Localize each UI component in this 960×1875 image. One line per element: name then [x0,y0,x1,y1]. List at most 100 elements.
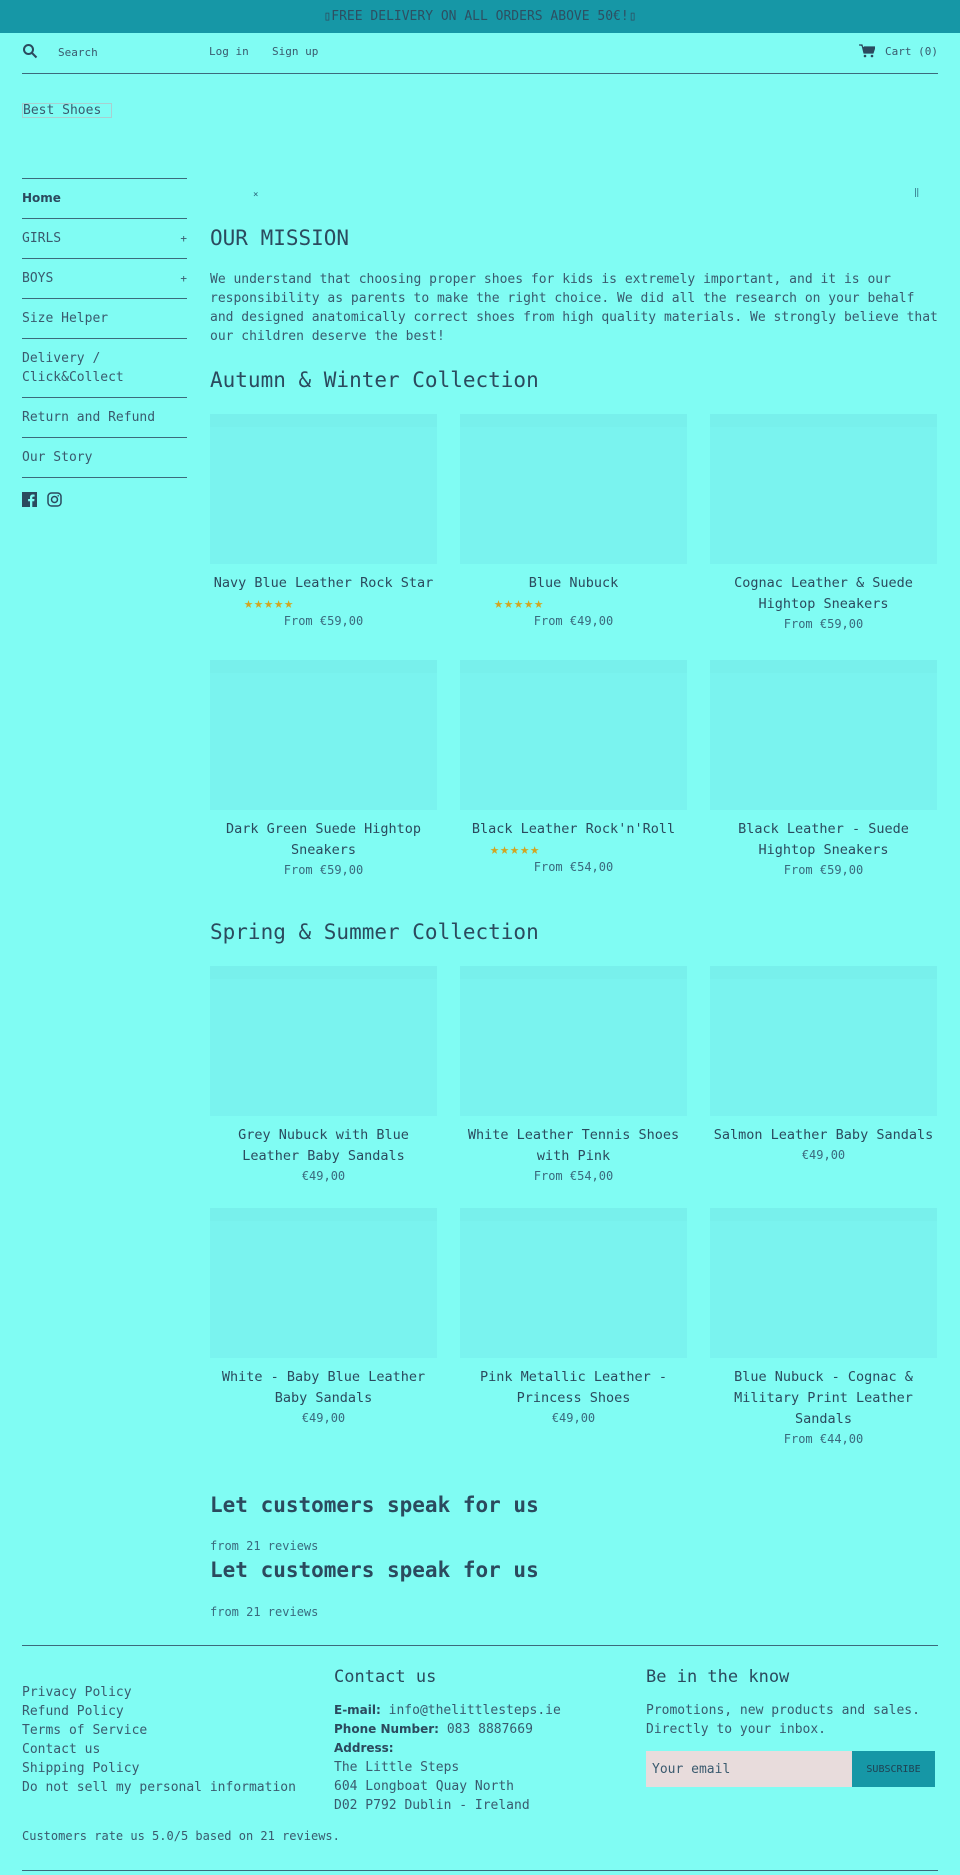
product-price: From €59,00 [283,614,364,628]
newsletter-title: Be in the know [646,1667,790,1687]
product-image[interactable] [460,966,687,1116]
footer-links: Privacy Policy Refund Policy Terms of Se… [22,1683,296,1797]
address-line: The Little Steps [334,1760,460,1775]
expand-icon[interactable]: + [180,269,187,288]
header-divider [22,73,938,74]
product-price: From €59,00 [283,863,364,877]
product-image[interactable] [210,966,437,1116]
product-image[interactable] [210,660,437,810]
product-card[interactable]: Black Leather - Suede Hightop Sneakers Fr… [710,660,937,880]
site-logo[interactable]: Best Shoes [22,103,113,118]
product-price: From €59,00 [783,617,864,631]
sidebar-nav: Home GIRLS + BOYS + Size Helper Delivery /… [22,178,187,507]
product-price: From €54,00 [533,1169,614,1183]
newsletter-text: Promotions, new products and sales. Dire… [646,1703,920,1737]
product-image[interactable] [710,660,937,810]
announcement-bar: ▯FREE DELIVERY ON ALL ORDERS ABOVE 50€!▯ [0,0,960,33]
product-price: €49,00 [301,1411,346,1425]
product-image[interactable] [210,414,437,564]
product-image[interactable] [460,660,687,810]
sidebar-item-label: Delivery / Click&Collect [22,351,124,385]
product-title[interactable]: Blue Nubuck [460,573,687,594]
product-card[interactable]: Navy Blue Leather Rock Star ★★★★★ From €59… [210,414,437,634]
footer-link-refund[interactable]: Refund Policy [22,1702,296,1721]
product-image[interactable] [460,1208,687,1358]
sidebar-item-return-refund[interactable]: Return and Refund [22,397,187,437]
slideshow-pause-icon[interactable]: ‖ [914,188,919,198]
login-link[interactable]: Log in [209,45,249,58]
product-title[interactable]: White - Baby Blue Leather Baby Sandals [210,1367,437,1409]
product-title[interactable]: Grey Nubuck with Blue Leather Baby Sanda… [210,1125,437,1167]
product-card[interactable]: Salmon Leather Baby Sandals €49,00 [710,966,937,1186]
footer-link-do-not-sell[interactable]: Do not sell my personal information [22,1778,296,1797]
product-card[interactable]: Cognac Leather & Suede Hightop Sneakers F… [710,414,937,634]
product-card[interactable]: Black Leather Rock'n'Roll ★★★★★ From €54,0… [460,660,687,880]
product-title[interactable]: Dark Green Suede Hightop Sneakers [210,819,437,861]
sidebar-item-size-helper[interactable]: Size Helper [22,298,187,338]
product-title[interactable]: White Leather Tennis Shoes with Pink [460,1125,687,1167]
footer-link-privacy[interactable]: Privacy Policy [22,1683,296,1702]
product-price: From €54,00 [533,860,614,874]
product-price: From €44,00 [783,1432,864,1446]
slideshow-prev-icon[interactable]: ⨯ [253,190,258,200]
product-title[interactable]: Black Leather - Suede Hightop Sneakers [710,819,937,861]
phone-label: Phone Number: [334,1722,439,1736]
address-line: 604 Longboat Quay North [334,1779,515,1794]
product-image[interactable] [460,414,687,564]
address-label: Address: [334,1741,394,1755]
search-input[interactable] [58,44,198,60]
newsletter-section: Be in the know Promotions, new products … [646,1668,938,1787]
product-price: €49,00 [301,1169,346,1183]
mission-text: We understand that choosing proper shoes… [210,272,938,344]
product-card[interactable]: Dark Green Suede Hightop Sneakers From €5… [210,660,437,880]
product-title[interactable]: Salmon Leather Baby Sandals [710,1125,937,1146]
product-card[interactable]: Pink Metallic Leather - Princess Shoes €4… [460,1208,687,1449]
facebook-icon[interactable] [22,492,37,507]
contact-section: Contact us E-mail: info@thelittlesteps.i… [334,1668,561,1815]
email-value[interactable]: info@thelittlesteps.ie [389,1703,561,1718]
product-card[interactable]: Grey Nubuck with Blue Leather Baby Sanda… [210,966,437,1186]
product-grid: Grey Nubuck with Blue Leather Baby Sanda… [210,966,938,1449]
sidebar-item-delivery[interactable]: Delivery / Click&Collect [22,338,187,397]
phone-value: 083 8887669 [446,1722,533,1737]
product-price: From €49,00 [533,614,614,628]
rating-stars: ★★★★★ [490,840,541,858]
email-input[interactable] [646,1751,852,1787]
search[interactable] [22,43,38,59]
sidebar-item-label: Return and Refund [22,410,156,425]
footer-link-terms[interactable]: Terms of Service [22,1721,296,1740]
subscribe-button[interactable]: SUBSCRIBE [852,1751,935,1787]
cart-link[interactable]: Cart (0) [859,44,938,58]
product-title[interactable]: Black Leather Rock'n'Roll [460,819,687,840]
sidebar-item-label: GIRLS [22,231,62,246]
expand-icon[interactable]: + [180,229,187,248]
product-image[interactable] [710,414,937,564]
instagram-icon[interactable] [47,492,62,507]
product-image[interactable] [710,966,937,1116]
search-icon[interactable] [22,43,38,59]
product-card[interactable]: Blue Nubuck ★★★★★ From €49,00 [460,414,687,634]
sidebar-item-label: Home [22,191,61,205]
site-header: Log in Sign up Cart (0) [22,33,938,73]
sidebar-item-label: Size Helper [22,311,109,326]
product-title[interactable]: Navy Blue Leather Rock Star [210,573,437,594]
product-card[interactable]: Blue Nubuck - Cognac & Military Print Le… [710,1208,937,1449]
newsletter-form: SUBSCRIBE [646,1751,938,1787]
product-image[interactable] [210,1208,437,1358]
collection-title: Autumn & Winter Collection [210,368,539,392]
sidebar-item-home[interactable]: Home [22,178,187,218]
product-title[interactable]: Blue Nubuck - Cognac & Military Print Le… [710,1367,937,1430]
sidebar-item-boys[interactable]: BOYS + [22,258,187,298]
signup-link[interactable]: Sign up [272,45,318,58]
cart-icon [859,44,876,58]
product-title[interactable]: Cognac Leather & Suede Hightop Sneakers [710,573,937,615]
product-title[interactable]: Pink Metallic Leather - Princess Shoes [460,1367,687,1409]
sidebar-item-girls[interactable]: GIRLS + [22,218,187,258]
sidebar-item-our-story[interactable]: Our Story [22,437,187,477]
footer-link-shipping[interactable]: Shipping Policy [22,1759,296,1778]
announcement-text: ▯FREE DELIVERY ON ALL ORDERS ABOVE 50€!▯ [323,9,637,24]
product-image[interactable] [710,1208,937,1358]
product-card[interactable]: White Leather Tennis Shoes with Pink From… [460,966,687,1186]
footer-link-contact[interactable]: Contact us [22,1740,296,1759]
product-card[interactable]: White - Baby Blue Leather Baby Sandals €4… [210,1208,437,1449]
